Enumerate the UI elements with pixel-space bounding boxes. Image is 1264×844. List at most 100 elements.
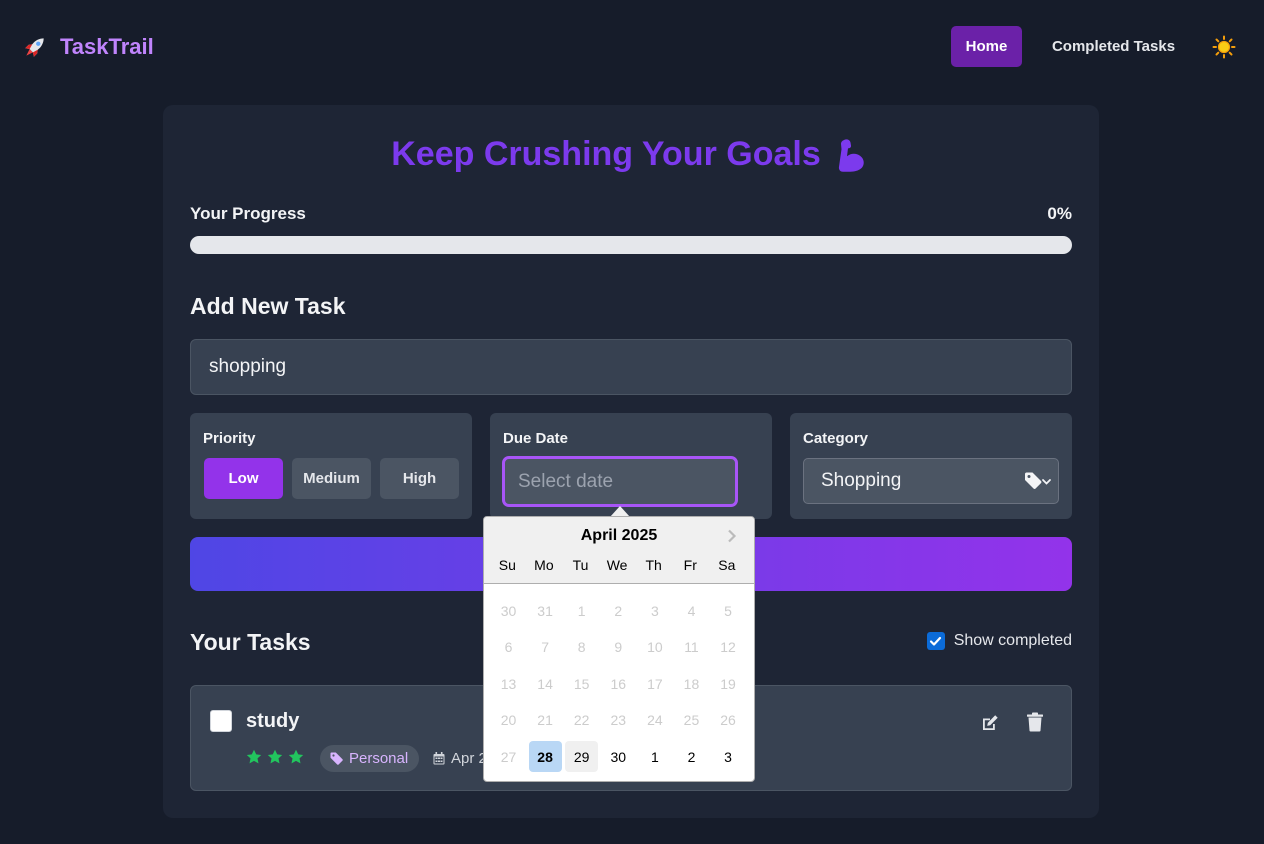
datepicker-day: 10 <box>647 639 663 656</box>
datepicker-day: 6 <box>504 639 513 656</box>
priority-stars <box>246 749 304 765</box>
datepicker-weekdays: Su Mo Tu We Th Fr Sa <box>489 557 745 573</box>
datepicker-day[interactable]: 30 <box>602 741 635 772</box>
datepicker-day: 3 <box>650 602 659 619</box>
headline-text: Keep Crushing Your Goals <box>391 135 821 173</box>
datepicker-day: 14 <box>537 675 553 692</box>
priority-label: Priority <box>203 430 256 447</box>
category-select[interactable]: Shopping <box>803 458 1059 504</box>
datepicker-day: 11 <box>684 639 699 656</box>
datepicker-day: 21 <box>537 712 553 729</box>
datepicker-day[interactable]: 1 <box>638 741 671 772</box>
headline: Keep Crushing Your Goals <box>163 135 1099 174</box>
edit-icon[interactable] <box>980 713 1000 733</box>
datepicker-day: 7 <box>541 639 549 656</box>
show-completed-label: Show completed <box>953 632 1072 649</box>
datepicker-week: 27 28 29 30 1 2 3 <box>492 741 748 778</box>
task-due-text: Apr 2 <box>451 750 487 767</box>
weekday-label: Th <box>645 557 662 573</box>
datepicker-day: 8 <box>577 639 586 656</box>
datepicker-day[interactable]: 29 <box>565 741 599 773</box>
flexed-biceps-icon <box>838 138 864 172</box>
rocket-icon <box>25 38 44 57</box>
datepicker-day: 5 <box>724 602 732 619</box>
tag-chevron-icon <box>1025 472 1051 489</box>
task-category-text: Personal <box>349 750 409 767</box>
category-label: Category <box>803 430 869 447</box>
show-completed-toggle[interactable]: Show completed <box>926 632 1072 650</box>
datepicker-day[interactable]: 3 <box>712 741 745 772</box>
datepicker-day: 17 <box>647 675 663 692</box>
datepicker-day: 12 <box>720 639 736 656</box>
weekday-label: Fr <box>683 557 697 573</box>
datepicker-week: 13 14 15 16 17 18 19 <box>492 668 748 705</box>
datepicker-day[interactable]: 28 <box>528 741 562 773</box>
datepicker-day: 2 <box>614 602 623 619</box>
datepicker-day: 4 <box>687 602 696 619</box>
datepicker-day: 19 <box>720 675 736 692</box>
datepicker-day: 13 <box>500 675 517 692</box>
add-task-heading: Add New Task <box>190 293 346 319</box>
datepicker-week: 30 31 1 2 3 4 5 <box>492 595 748 632</box>
your-tasks-heading: Your Tasks <box>190 629 311 655</box>
datepicker-popup: April 2025 Su Mo Tu We Th Fr Sa 30 31 1 2 3 4 5 6 7 8 9 1… <box>483 516 755 782</box>
category-panel: Category Shopping <box>790 413 1072 519</box>
datepicker-week: 20 21 22 23 24 25 26 <box>492 705 748 742</box>
datepicker-day: 16 <box>610 675 627 692</box>
priority-panel: Priority Low Medium High <box>190 413 472 519</box>
nav-home-button[interactable]: Home <box>951 26 1022 67</box>
weekday-label: Sa <box>718 557 736 573</box>
show-completed-checkbox[interactable] <box>926 632 945 650</box>
weekday-label: We <box>606 557 628 573</box>
task-title-input[interactable] <box>190 339 1072 395</box>
checkmark-icon <box>930 636 942 646</box>
datepicker-day: 20 <box>500 712 517 729</box>
datepicker-day: 18 <box>683 675 700 692</box>
due-date-label: Due Date <box>503 430 569 447</box>
progress-label: Your Progress <box>190 204 306 223</box>
calendar-icon <box>433 752 445 765</box>
datepicker-day: 31 <box>537 602 553 619</box>
datepicker-day: 22 <box>573 712 590 729</box>
datepicker-day: 27 <box>500 748 517 765</box>
chevron-right-icon[interactable] <box>726 529 738 543</box>
datepicker-day: 9 <box>614 639 623 656</box>
trash-icon[interactable] <box>1026 712 1044 732</box>
tag-icon <box>330 752 343 765</box>
datepicker-day: 15 <box>573 675 590 692</box>
task-category-badge: Personal <box>320 745 420 772</box>
sun-icon[interactable] <box>1212 35 1236 59</box>
datepicker-day[interactable]: 2 <box>675 741 708 772</box>
weekday-label: Mo <box>534 557 554 573</box>
datepicker-day: 30 <box>500 602 517 619</box>
priority-low-button[interactable]: Low <box>204 458 283 499</box>
task-due-date: Apr 2 <box>433 750 487 767</box>
datepicker-days: 30 31 1 2 3 4 5 6 7 8 9 10 11 12 13 14 15 16 17 18 19 20 21 22 2… <box>492 595 748 778</box>
progress-percentage: 0% <box>1047 204 1072 223</box>
brand[interactable]: TaskTrail <box>22 34 154 60</box>
due-date-input[interactable]: Select date <box>502 456 738 507</box>
datepicker-day: 24 <box>647 712 663 729</box>
nav-completed-tasks-link[interactable]: Completed Tasks <box>1041 26 1186 67</box>
priority-medium-button[interactable]: Medium <box>292 458 371 499</box>
category-selected-value: Shopping <box>821 470 902 491</box>
datepicker-day: 25 <box>683 712 700 729</box>
star-icon <box>246 749 262 764</box>
weekday-label: Su <box>498 557 516 573</box>
datepicker-week: 6 7 8 9 10 11 12 <box>492 632 748 669</box>
brand-name: TaskTrail <box>60 34 154 59</box>
due-date-panel: Due Date Select date <box>490 413 772 519</box>
datepicker-day: 26 <box>720 712 736 729</box>
task-title: study <box>246 710 300 732</box>
weekday-label: Tu <box>572 557 589 573</box>
task-complete-checkbox[interactable] <box>210 710 232 732</box>
priority-high-button[interactable]: High <box>380 458 459 499</box>
datepicker-header: April 2025 Su Mo Tu We Th Fr Sa <box>484 517 754 584</box>
datepicker-month: April 2025 <box>580 527 658 544</box>
datepicker-day: 1 <box>577 602 586 619</box>
navbar: TaskTrail Home Completed Tasks <box>0 0 1264 92</box>
star-icon <box>288 749 304 764</box>
progress-bar <box>190 236 1072 254</box>
star-icon <box>267 749 283 764</box>
datepicker-day: 23 <box>610 712 627 729</box>
